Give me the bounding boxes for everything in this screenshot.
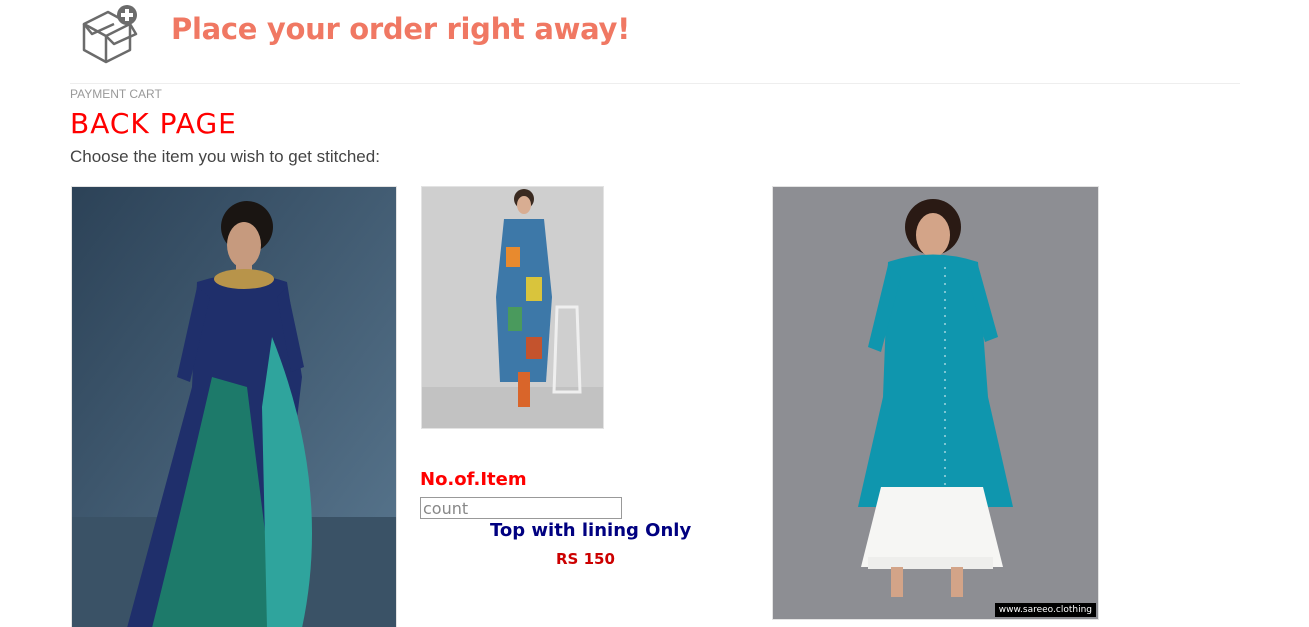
kurta-teal-palazzo-image[interactable]: www.sareeo.clothing [772, 186, 1099, 620]
page-title: Place your order right away! [171, 12, 631, 46]
kurta-gown-teal-navy-image[interactable] [71, 186, 397, 627]
instruction-text: Choose the item you wish to get stitched… [70, 147, 380, 166]
watermark-text: www.sareeo.clothing [994, 603, 1096, 617]
quantity-input[interactable] [420, 497, 622, 519]
kurta-printed-multicolor-image[interactable] [421, 186, 604, 429]
item-price: RS 150 [556, 550, 615, 568]
page: Place your order right away! PAYMENT CAR… [0, 0, 1309, 627]
breadcrumb[interactable]: PAYMENT CART [70, 87, 162, 101]
back-page-heading[interactable]: BACK PAGE [70, 107, 237, 140]
header-divider [70, 83, 1240, 84]
item-name: Top with lining Only [490, 520, 692, 541]
quantity-label: No.of.Item [420, 469, 527, 490]
box-add-icon [80, 4, 140, 64]
